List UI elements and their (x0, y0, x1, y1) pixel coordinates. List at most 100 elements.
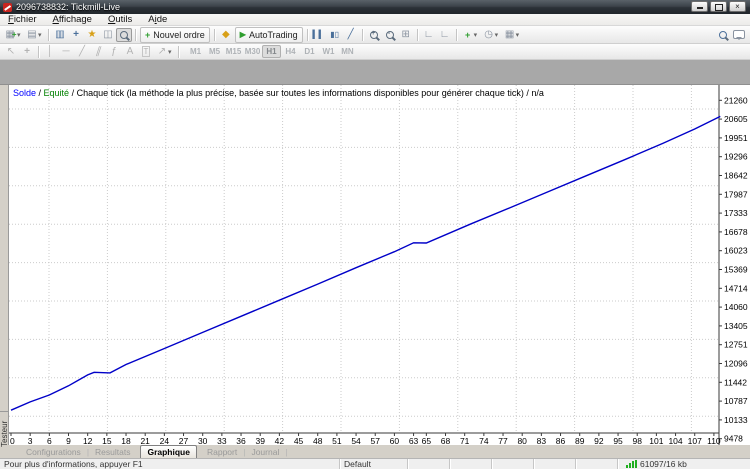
x-axis-label: 39 (255, 436, 265, 445)
x-axis-label: 80 (517, 436, 527, 445)
metaeditor-button[interactable]: ◆ (218, 28, 234, 42)
minimize-button[interactable] (691, 1, 708, 12)
new-chart-dropdown[interactable]: ▾ (17, 31, 24, 39)
arrows-tool-dropdown[interactable]: ▾ (168, 48, 175, 56)
x-axis-label: 36 (236, 436, 246, 445)
close-button[interactable]: × (729, 1, 746, 12)
line-chart-button[interactable]: ╱ (343, 28, 359, 42)
y-axis-label: 9478 (724, 434, 743, 444)
search-button[interactable] (715, 28, 731, 42)
new-order-button[interactable]: +Nouvel ordre (140, 27, 210, 43)
vertical-line-button[interactable]: │ (42, 45, 58, 59)
timeframe-mn[interactable]: MN (338, 45, 357, 58)
terminal-button[interactable]: ◫ (100, 28, 116, 42)
y-axis-label: 16678 (724, 227, 748, 237)
chart-shift-button[interactable]: ∟ (437, 28, 453, 42)
cursor-tool-button[interactable]: ↖ (3, 45, 19, 59)
tester-tab-resultats[interactable]: Resultats (89, 447, 136, 457)
timeframe-d1[interactable]: D1 (300, 45, 319, 58)
y-axis-label: 19296 (724, 152, 748, 162)
x-axis-label: 98 (632, 436, 642, 445)
maximize-button[interactable] (710, 1, 727, 12)
profiles-dropdown[interactable]: ▾ (38, 31, 45, 39)
autotrading-play-icon: ▶ (240, 30, 246, 39)
menu-aide[interactable]: Aide (140, 14, 175, 26)
x-axis-label: 33 (217, 436, 227, 445)
market-watch-icon: ▥ (55, 29, 64, 40)
channel-button[interactable]: ∥ (90, 45, 106, 59)
chat-button[interactable] (731, 28, 747, 42)
horizontal-line-button[interactable]: ─ (58, 45, 74, 59)
timeframe-m1[interactable]: M1 (186, 45, 205, 58)
status-profile[interactable]: Default (340, 459, 408, 469)
trendline-button[interactable]: ╱ (74, 45, 90, 59)
tab-separator: | (285, 447, 287, 457)
x-axis-label: 15 (102, 436, 112, 445)
zoom-out-icon: - (386, 31, 394, 39)
tester-tab-configurations[interactable]: Configurations (20, 447, 87, 457)
zoom-in-button[interactable]: + (366, 28, 382, 42)
crosshair-tool-button[interactable]: + (19, 45, 35, 59)
equity-line (11, 116, 720, 410)
candlestick-button[interactable]: ▮▯ (327, 28, 343, 42)
toolbar-separator (178, 46, 179, 58)
bar-chart-icon: ▍▍ (313, 30, 325, 39)
y-axis-label: 12096 (724, 359, 748, 369)
tester-graph-panel: 2126020605199511929618642179871733316678… (8, 85, 750, 445)
status-pane (492, 459, 534, 469)
periods-clock-icon: ◷ (484, 29, 493, 40)
x-axis-label: 60 (390, 436, 400, 445)
tester-tab-graphique[interactable]: Graphique (140, 445, 197, 459)
x-axis-label: 6 (47, 436, 52, 445)
timeframe-w1[interactable]: W1 (319, 45, 338, 58)
terminal-icon: ◫ (103, 29, 112, 40)
x-axis-label: 48 (313, 436, 323, 445)
tester-tab-rapport[interactable]: Rapport (201, 447, 243, 457)
title-bar[interactable]: 2096738832: Tickmill-Live × (0, 0, 750, 14)
label-tool-button[interactable]: T (138, 45, 154, 59)
x-axis-label: 57 (370, 436, 380, 445)
navigator-button[interactable]: ★ (84, 28, 100, 42)
y-axis-label: 18642 (724, 171, 748, 181)
minimize-icon (697, 7, 703, 9)
zoom-out-button[interactable]: - (382, 28, 398, 42)
data-window-button[interactable]: + (68, 28, 84, 42)
bar-chart-button[interactable]: ▍▍ (311, 28, 327, 42)
tester-tab-journal[interactable]: Journal (245, 447, 285, 457)
x-axis-label: 104 (668, 436, 682, 445)
standard-toolbar: ▦+ ▾ ▤ ▾ ▥ + ★ ◫ +Nouvel ordre ◆ ▶AutoTr… (0, 26, 750, 44)
y-axis-label: 10133 (724, 415, 748, 425)
auto-scroll-icon: ∟ (424, 29, 434, 40)
templates-dropdown[interactable]: ▾ (516, 31, 523, 39)
menu-fichier[interactable]: Fichier (0, 14, 45, 26)
tile-windows-button[interactable]: ⊞ (398, 28, 414, 42)
x-axis-label: 0 (10, 436, 15, 445)
toolbar-separator (214, 29, 215, 41)
autotrading-button[interactable]: ▶AutoTrading (235, 27, 303, 43)
timeframe-m5[interactable]: M5 (205, 45, 224, 58)
maximize-icon (715, 4, 723, 11)
status-help-text: Pour plus d'informations, appuyer F1 (0, 459, 340, 469)
timeframe-h1[interactable]: H1 (262, 45, 281, 58)
fibonacci-button[interactable]: ƒ (106, 45, 122, 59)
timeframe-m15[interactable]: M15 (224, 45, 243, 58)
auto-scroll-button[interactable]: ∟ (421, 28, 437, 42)
x-axis-label: 54 (351, 436, 361, 445)
text-tool-button[interactable]: A (122, 45, 138, 59)
indicators-dropdown[interactable]: ▾ (474, 31, 481, 39)
status-pane (534, 459, 576, 469)
menu-affichage[interactable]: Affichage (45, 14, 100, 26)
timeframe-h4[interactable]: H4 (281, 45, 300, 58)
menu-outils[interactable]: Outils (100, 14, 140, 26)
crosshair-icon: + (24, 46, 30, 57)
new-order-plus-icon: + (145, 30, 150, 40)
strategy-tester-button[interactable] (116, 28, 132, 42)
navigator-icon: ★ (88, 29, 97, 40)
periods-dropdown[interactable]: ▾ (495, 31, 502, 39)
y-axis-label: 14714 (724, 283, 748, 293)
y-axis-label: 17987 (724, 189, 748, 199)
vertical-line-icon: │ (47, 46, 53, 57)
market-watch-button[interactable]: ▥ (52, 28, 68, 42)
metaeditor-icon: ◆ (222, 29, 230, 40)
timeframe-m30[interactable]: M30 (243, 45, 262, 58)
